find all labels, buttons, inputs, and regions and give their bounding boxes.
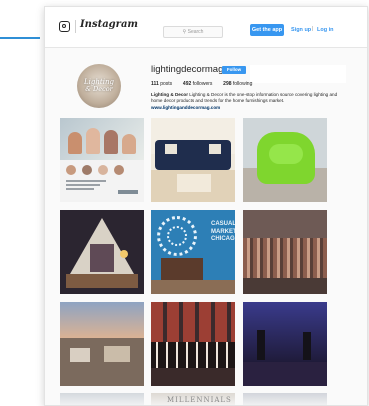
- post-tile-5[interactable]: CASUAL MARKET CHICAGO: [151, 210, 235, 294]
- followers-count[interactable]: 492: [183, 81, 191, 87]
- post-tile-9[interactable]: [243, 302, 327, 386]
- post-tile-6[interactable]: [243, 210, 327, 294]
- top-nav: Instagram ⚲ Search Get the app Sign up |…: [45, 7, 367, 48]
- follow-button[interactable]: Follow: [222, 66, 246, 74]
- browser-frame: Instagram ⚲ Search Get the app Sign up |…: [44, 6, 368, 406]
- following-count[interactable]: 298: [223, 81, 231, 87]
- avatar-text-line2: & Decor: [85, 85, 113, 94]
- posts-label: posts: [160, 81, 173, 87]
- username: lightingdecormag: [151, 64, 224, 75]
- nav-divider: [75, 20, 76, 33]
- post-tile-1[interactable]: [60, 118, 144, 202]
- nav-separator: |: [312, 26, 314, 32]
- tile-caption-bottom: MILLENNIALS: [167, 396, 232, 404]
- instagram-camera-icon[interactable]: [59, 21, 70, 32]
- posts-count: 111: [151, 81, 159, 87]
- instagram-wordmark[interactable]: Instagram: [80, 19, 138, 30]
- search-placeholder: Search: [187, 29, 204, 35]
- post-tile-4[interactable]: [60, 210, 144, 294]
- profile-stats: 111 posts 492 followers 298 following: [151, 81, 252, 87]
- search-input[interactable]: ⚲ Search: [163, 26, 223, 38]
- post-tile-7[interactable]: [60, 302, 144, 386]
- bio-name: Lighting & Decor: [151, 92, 189, 97]
- redacted-area: [250, 65, 346, 83]
- followers-label[interactable]: followers: [193, 81, 213, 87]
- post-tile-3[interactable]: [243, 118, 327, 202]
- profile-bio: Lighting & Decor Lighting & Decor is the…: [151, 92, 341, 111]
- signup-link[interactable]: Sign up: [291, 27, 311, 33]
- avatar[interactable]: Lighting & Decor: [77, 64, 121, 108]
- accent-line: [0, 37, 40, 39]
- get-app-button[interactable]: Get the app: [250, 24, 284, 36]
- post-tile-2[interactable]: [151, 118, 235, 202]
- tile-caption: CASUAL MARKET CHICAGO: [211, 221, 235, 242]
- post-tile-8[interactable]: [151, 302, 235, 386]
- following-label[interactable]: following: [233, 81, 252, 87]
- login-link[interactable]: Log in: [317, 27, 334, 33]
- bio-link[interactable]: www.lightinganddecormag.com: [151, 105, 341, 111]
